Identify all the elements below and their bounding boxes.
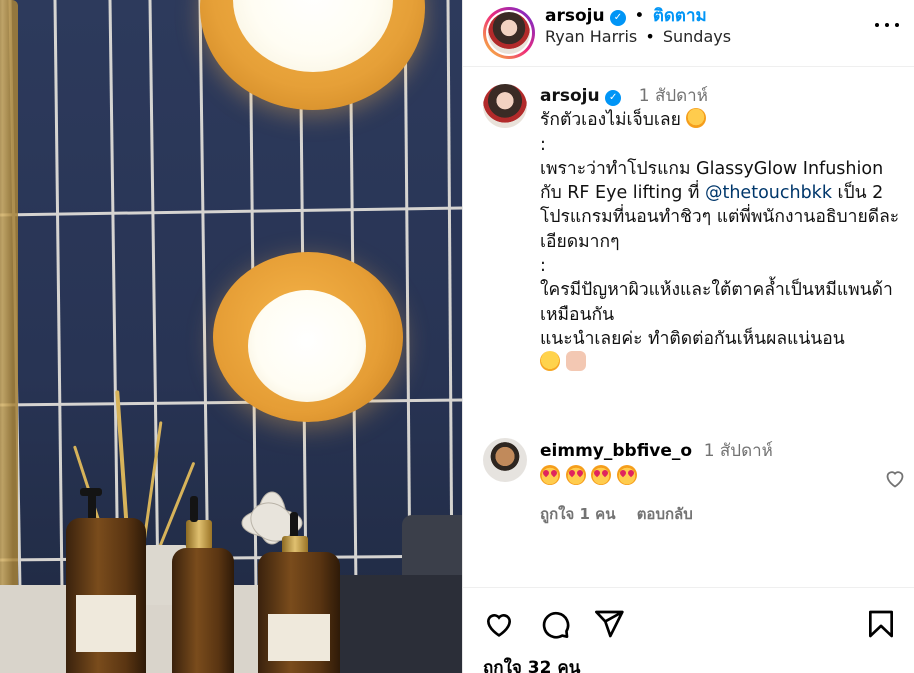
author-avatar[interactable] xyxy=(483,7,535,59)
heart-icon[interactable] xyxy=(883,466,907,490)
pump xyxy=(190,496,198,522)
bottle-small xyxy=(172,548,234,673)
mention-link[interactable]: @thetouchbkk xyxy=(705,183,832,203)
tray xyxy=(340,575,462,673)
brass-pipe xyxy=(0,0,18,673)
caption-separator: : xyxy=(540,256,546,277)
smiling-face-with-hearts-icon xyxy=(686,108,707,129)
smiling-face-icon xyxy=(540,351,560,372)
pump xyxy=(80,488,102,496)
heart-hands-icon xyxy=(565,351,586,372)
comment-likes[interactable]: ถูกใจ 1 คน xyxy=(540,505,615,523)
audio-artist: Ryan Harris xyxy=(545,27,638,46)
caption-separator: : xyxy=(540,134,546,155)
caption-line1: รักตัวเองไม่เจ็บเลย xyxy=(540,110,681,131)
heart-eyes-icon xyxy=(616,465,637,485)
heart-eyes-icon xyxy=(591,465,612,485)
heart-eyes-icon xyxy=(540,465,560,485)
more-options-icon[interactable] xyxy=(875,13,899,37)
author-username[interactable]: arsoju xyxy=(545,6,605,26)
verified-icon: ✓ xyxy=(605,90,622,106)
heart-eyes-icon xyxy=(565,465,586,485)
audio-title: Sundays xyxy=(662,27,732,46)
audio-attribution[interactable]: Ryan Harris • Sundays xyxy=(545,27,731,46)
bottle-hand-soap xyxy=(258,552,340,673)
post-header: arsoju ✓ • ติดตาม Ryan Harris • Sundays xyxy=(463,0,914,67)
reply-button[interactable]: ตอบกลับ xyxy=(637,505,693,523)
commenter-avatar[interactable] xyxy=(483,438,527,482)
action-bar: ถูกใจ 32 คน xyxy=(463,587,914,673)
share-icon[interactable] xyxy=(593,608,625,640)
comment-time[interactable]: 1 สัปดาห์ xyxy=(704,441,773,461)
verified-icon: ✓ xyxy=(610,10,626,26)
comment-body: eimmy_bbfive_o 1 สัปดาห์ xyxy=(540,438,870,490)
commenter-username[interactable]: eimmy_bbfive_o xyxy=(540,441,692,461)
post-media[interactable] xyxy=(0,0,462,673)
caption-time[interactable]: 1 สัปดาห์ xyxy=(639,86,708,106)
author-line: arsoju ✓ • ติดตาม xyxy=(545,2,707,29)
pump xyxy=(290,512,298,538)
post-side-panel: arsoju ✓ • ติดตาม Ryan Harris • Sundays … xyxy=(462,0,914,673)
pump-gold xyxy=(186,520,212,550)
caption-username[interactable]: arsoju xyxy=(540,86,600,106)
caption-body: arsoju ✓ 1 สัปดาห์ รักตัวเองไม่เจ็บเลย :… xyxy=(540,84,910,376)
comment-icon[interactable] xyxy=(539,608,571,640)
bookmark-icon[interactable] xyxy=(865,608,897,640)
wall-lamp-middle xyxy=(213,252,403,422)
likes-count[interactable]: ถูกใจ 32 คน xyxy=(483,654,580,673)
separator-dot: • xyxy=(634,6,645,26)
follow-button[interactable]: ติดตาม xyxy=(653,6,707,26)
comment-meta: ถูกใจ 1 คน ตอบกลับ xyxy=(540,502,709,526)
caption-line4: แนะนำเลยค่ะ ทำติดต่อกันเห็นผลแน่นอน xyxy=(540,328,845,349)
bottle-hand-gel xyxy=(66,518,146,673)
heart-icon[interactable] xyxy=(483,608,515,640)
caption-avatar[interactable] xyxy=(483,84,527,128)
caption-line3: ใครมีปัญหาผิวแห้งและใต้ตาคล้ำเป็นหมีแพนด… xyxy=(540,280,893,325)
